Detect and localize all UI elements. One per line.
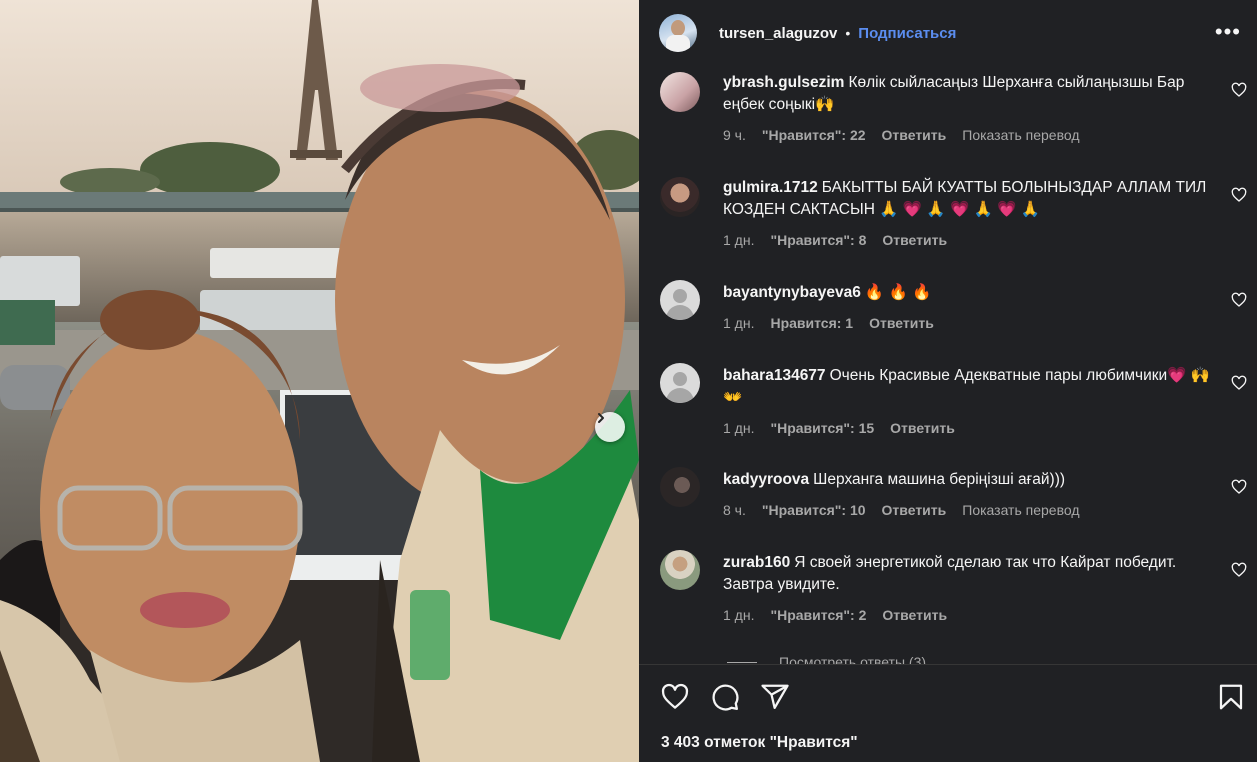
reply-button[interactable]: Ответить: [882, 502, 947, 518]
comment-likes[interactable]: "Нравится": 2: [770, 607, 866, 623]
heart-icon[interactable]: [1231, 562, 1247, 578]
comment-likes[interactable]: "Нравится": 8: [770, 232, 866, 248]
reply-button[interactable]: Ответить: [882, 232, 947, 248]
heart-icon[interactable]: [1231, 292, 1247, 308]
comment-time[interactable]: 1 дн.: [723, 315, 754, 331]
replies-divider-line: [727, 661, 757, 663]
bookmark-icon[interactable]: [1216, 682, 1246, 712]
comment-text: 🔥 🔥 🔥: [864, 284, 932, 301]
comment-time[interactable]: 1 дн.: [723, 232, 754, 248]
follow-button[interactable]: Подписаться: [858, 25, 956, 42]
view-replies-button[interactable]: Посмотреть ответы (3): [727, 654, 926, 664]
heart-icon[interactable]: [660, 682, 690, 712]
comment-text: Шерханга машина беріңізші ағай))): [813, 471, 1066, 488]
commenter-avatar[interactable]: [660, 72, 700, 112]
author-username[interactable]: tursen_alaguzov: [719, 25, 837, 42]
comment-likes[interactable]: "Нравится": 15: [770, 420, 874, 436]
more-icon[interactable]: •••: [1215, 21, 1241, 43]
likes-count[interactable]: 3 403 отметок "Нравится": [661, 734, 858, 752]
view-replies-label: Посмотреть ответы (3): [779, 654, 927, 664]
header-separator: •: [845, 25, 851, 41]
commenter-username[interactable]: kadyyroova: [723, 471, 809, 488]
reply-button[interactable]: Ответить: [869, 315, 934, 331]
commenter-avatar[interactable]: [660, 280, 700, 320]
comment-time[interactable]: 1 дн.: [723, 607, 754, 623]
heart-icon[interactable]: [1231, 375, 1247, 391]
translate-button[interactable]: Показать перевод: [962, 127, 1079, 143]
heart-icon[interactable]: [1231, 82, 1247, 98]
comment-time[interactable]: 8 ч.: [723, 502, 746, 518]
commenter-avatar[interactable]: [660, 467, 700, 507]
heart-icon[interactable]: [1231, 479, 1247, 495]
carousel-next-button[interactable]: [595, 412, 625, 442]
comment-icon[interactable]: [710, 682, 740, 712]
commenter-username[interactable]: ybrash.gulsezim: [723, 74, 844, 91]
reply-button[interactable]: Ответить: [890, 420, 955, 436]
comment-time[interactable]: 1 дн.: [723, 420, 754, 436]
share-icon[interactable]: [760, 682, 790, 712]
commenter-username[interactable]: bahara134677: [723, 367, 826, 384]
commenter-avatar[interactable]: [660, 550, 700, 590]
commenter-username[interactable]: zurab160: [723, 554, 790, 571]
comment-time[interactable]: 9 ч.: [723, 127, 746, 143]
comments-list[interactable]: ybrash.gulsezim Көлік сыйласаңыз Шерханға…: [639, 66, 1257, 664]
commenter-username[interactable]: bayantynybayeva6: [723, 284, 861, 301]
commenter-username[interactable]: gulmira.1712: [723, 179, 818, 196]
commenter-avatar[interactable]: [660, 177, 700, 217]
commenter-avatar[interactable]: [660, 363, 700, 403]
author-avatar[interactable]: [659, 14, 697, 52]
reply-button[interactable]: Ответить: [882, 127, 947, 143]
post-photo[interactable]: [0, 0, 639, 762]
comment-likes[interactable]: "Нравится": 10: [762, 502, 866, 518]
actions-divider: [639, 664, 1257, 665]
post-side-panel: tursen_alaguzov • Подписаться ••• ybrash…: [639, 0, 1257, 762]
post-actions-bar: [639, 678, 1257, 718]
reply-button[interactable]: Ответить: [882, 607, 947, 623]
translate-button[interactable]: Показать перевод: [962, 502, 1079, 518]
comment-likes[interactable]: "Нравится": 22: [762, 127, 866, 143]
post-header: tursen_alaguzov • Подписаться •••: [639, 0, 1257, 66]
comment-likes[interactable]: Нравится: 1: [770, 315, 853, 331]
post-photo-illustration: [0, 0, 639, 762]
heart-icon[interactable]: [1231, 187, 1247, 203]
comment-text: Я своей энергетикой сделаю так что Кайра…: [723, 554, 1177, 593]
